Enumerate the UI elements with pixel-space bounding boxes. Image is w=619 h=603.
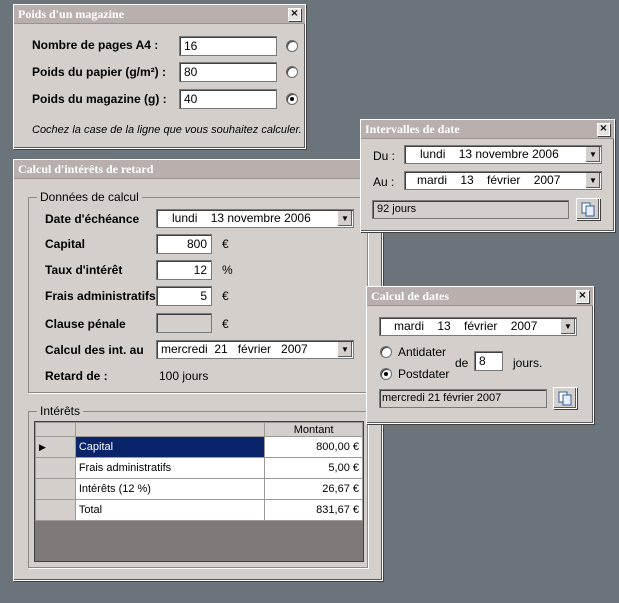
due-date-select[interactable]: lundi 13 novembre 2006 ▼ xyxy=(156,209,354,228)
calc-date-select[interactable]: mercredi 21 février 2007 ▼ xyxy=(156,340,354,359)
close-icon[interactable]: × xyxy=(288,8,301,21)
days-label: jours. xyxy=(513,356,543,370)
table-row[interactable]: ▶ Capital 800,00 € xyxy=(35,436,363,458)
penalty-clause-input[interactable] xyxy=(156,313,212,333)
admin-fees-unit: € xyxy=(222,289,229,303)
from-date-value: lundi 13 novembre 2006 xyxy=(420,147,559,161)
table-row[interactable]: Total 831,67 € xyxy=(35,499,363,521)
interest-window-titlebar[interactable]: Calcul d'intérêts de retard xyxy=(14,160,382,179)
capital-input[interactable]: 800 xyxy=(156,234,212,254)
admin-fees-label: Frais administratifs xyxy=(45,289,156,303)
table-cell-name[interactable]: Total xyxy=(74,499,266,521)
date-calc-titlebar[interactable]: Calcul de dates × xyxy=(367,287,593,306)
base-date-value: mardi 13 février 2007 xyxy=(394,319,538,333)
base-date-select[interactable]: mardi 13 février 2007 ▼ xyxy=(379,317,577,336)
pages-radio[interactable] xyxy=(286,40,298,52)
magazine-hint: Cochez la case de la ligne que vous souh… xyxy=(32,124,302,136)
interval-window-titlebar[interactable]: Intervalles de date × xyxy=(361,120,614,139)
interest-window-title: Calcul d'intérêts de retard xyxy=(18,162,154,176)
interest-table-group-label: Intérêts xyxy=(37,404,84,418)
table-header-row: Montant xyxy=(35,422,363,437)
table-cell-amount[interactable]: 26,67 € xyxy=(264,478,363,500)
due-date-label: Date d'échéance xyxy=(45,212,140,226)
pages-input[interactable]: 16 xyxy=(179,36,277,56)
chevron-down-icon[interactable]: ▼ xyxy=(585,147,600,162)
calc-date-value: mercredi 21 février 2007 xyxy=(161,342,308,356)
close-icon[interactable]: × xyxy=(597,123,610,136)
penalty-clause-label: Clause pénale xyxy=(45,317,126,331)
date-calc-title: Calcul de dates xyxy=(371,289,449,303)
magazine-weight-radio[interactable] xyxy=(286,93,298,105)
chevron-down-icon[interactable]: ▼ xyxy=(337,342,352,357)
rate-input[interactable]: 12 xyxy=(156,260,212,280)
rate-unit: % xyxy=(222,263,233,277)
copy-icon xyxy=(558,391,572,406)
to-label: Au : xyxy=(373,175,395,189)
table-cell-amount[interactable]: 831,67 € xyxy=(264,499,363,521)
magazine-window-title: Poids d'un magazine xyxy=(18,7,125,21)
close-icon[interactable]: × xyxy=(576,290,589,303)
magazine-weight-label: Poids du magazine (g) : xyxy=(32,92,167,106)
chevron-down-icon[interactable]: ▼ xyxy=(337,211,352,226)
rate-label: Taux d'intérêt xyxy=(45,263,123,277)
from-label: Du : xyxy=(373,149,396,163)
capital-label: Capital xyxy=(45,237,86,251)
to-date-select[interactable]: mardi 13 février 2007 ▼ xyxy=(404,171,602,190)
row-indicator[interactable] xyxy=(35,499,76,521)
from-date-select[interactable]: lundi 13 novembre 2006 ▼ xyxy=(404,145,602,164)
table-cell-amount[interactable]: 800,00 € xyxy=(264,436,363,458)
row-indicator[interactable]: ▶ xyxy=(35,436,76,458)
postdater-radio[interactable] xyxy=(380,368,392,380)
chevron-down-icon[interactable]: ▼ xyxy=(585,173,600,188)
date-interval-window: Intervalles de date × Du : lundi 13 nove… xyxy=(360,119,615,232)
capital-unit: € xyxy=(222,237,229,251)
penalty-clause-unit: € xyxy=(222,317,229,331)
of-label: de xyxy=(455,356,469,370)
paper-weight-input[interactable]: 80 xyxy=(179,62,277,82)
copy-date-button[interactable] xyxy=(553,387,577,409)
pages-label: Nombre de pages A4 : xyxy=(32,38,159,52)
interest-table: Montant ▶ Capital 800,00 € Frais adminis… xyxy=(34,421,364,562)
row-indicator[interactable] xyxy=(35,478,76,500)
to-date-value: mardi 13 février 2007 xyxy=(417,173,561,187)
table-cell-name[interactable]: Capital xyxy=(74,436,266,458)
table-row[interactable]: Frais administratifs 5,00 € xyxy=(35,457,363,479)
table-header-blank xyxy=(74,422,266,437)
table-row[interactable]: Intérêts (12 %) 26,67 € xyxy=(35,478,363,500)
delay-label: Retard de : xyxy=(45,369,108,383)
chevron-down-icon[interactable]: ▼ xyxy=(560,319,575,334)
row-indicator[interactable] xyxy=(35,457,76,479)
delay-value: 100 jours xyxy=(159,369,209,383)
current-row-arrow-icon: ▶ xyxy=(39,442,46,452)
days-input[interactable]: 8 xyxy=(474,351,503,371)
paper-weight-radio[interactable] xyxy=(286,66,298,78)
copy-result-button[interactable] xyxy=(576,198,600,220)
calc-date-label: Calcul des int. au xyxy=(45,343,144,357)
table-cell-name[interactable]: Frais administratifs xyxy=(74,457,266,479)
table-cell-amount[interactable]: 5,00 € xyxy=(264,457,363,479)
copy-icon xyxy=(581,202,595,217)
antidater-radio[interactable] xyxy=(380,346,392,358)
table-cell-name[interactable]: Intérêts (12 %) xyxy=(74,478,266,500)
magazine-weight-window: Poids d'un magazine × Nombre de pages A4… xyxy=(13,4,306,149)
paper-weight-label: Poids du papier (g/m²) : xyxy=(32,65,166,79)
calc-data-group-label: Données de calcul xyxy=(37,190,142,204)
date-calc-result: mercredi 21 février 2007 xyxy=(379,389,547,408)
due-date-value: lundi 13 novembre 2006 xyxy=(172,211,311,225)
table-corner xyxy=(35,422,76,437)
postdater-label[interactable]: Postdater xyxy=(398,367,449,381)
antidater-label[interactable]: Antidater xyxy=(398,345,446,359)
date-calc-window: Calcul de dates × mardi 13 février 2007 … xyxy=(366,286,594,424)
admin-fees-input[interactable]: 5 xyxy=(156,286,212,306)
interval-window-title: Intervalles de date xyxy=(365,122,460,136)
table-header-amount[interactable]: Montant xyxy=(264,422,363,437)
magazine-weight-input[interactable]: 40 xyxy=(179,89,277,109)
interval-result: 92 jours xyxy=(372,200,569,219)
late-interest-window: Calcul d'intérêts de retard Données de c… xyxy=(13,159,383,581)
magazine-window-titlebar[interactable]: Poids d'un magazine × xyxy=(14,5,305,24)
